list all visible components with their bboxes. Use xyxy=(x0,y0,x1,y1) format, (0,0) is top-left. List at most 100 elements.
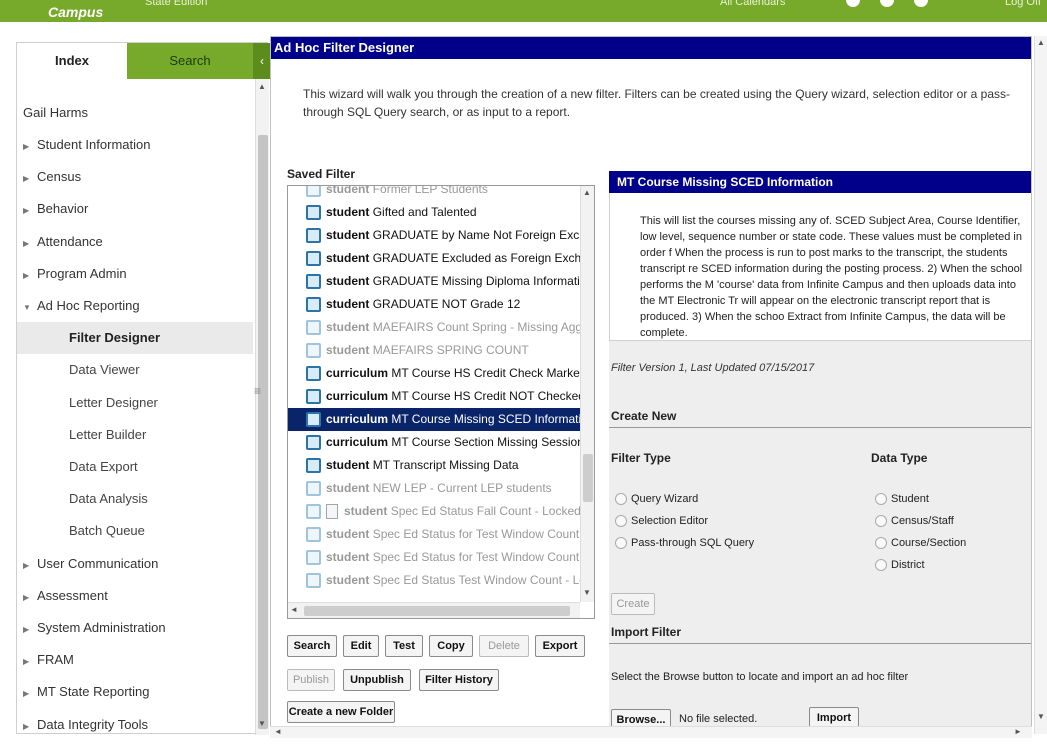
radio-course-section[interactable]: Course/Section xyxy=(875,535,966,551)
filter-list-item[interactable]: student Spec Ed Status Fall Count - Lock… xyxy=(288,500,580,523)
create-folder-button[interactable]: Create a new Folder xyxy=(287,701,395,723)
filter-list-item[interactable]: student Spec Ed Status for Test Window C… xyxy=(288,546,580,569)
sidebar-item[interactable]: ▼ Ad Hoc Reporting xyxy=(17,290,253,322)
filter-list-item[interactable]: student Gifted and Talented xyxy=(288,201,580,224)
filter-list-hscroll[interactable]: ◄ xyxy=(288,602,580,618)
radio-query-wizard[interactable]: Query Wizard xyxy=(615,491,698,507)
sidebar-subitem[interactable]: Data Analysis xyxy=(17,483,253,515)
filter-list-item[interactable]: curriculum MT Course HS Credit NOT Check… xyxy=(288,385,580,408)
main-vscroll[interactable]: ▲ ▼ xyxy=(1034,36,1047,734)
sidebar-item-label: Data Analysis xyxy=(69,491,148,507)
filter-list-item[interactable]: student MT Transcript Missing Data xyxy=(288,454,580,477)
sidebar-subitem[interactable]: Data Export xyxy=(17,451,253,483)
sidebar-item[interactable]: ▶ MT State Reporting xyxy=(17,676,253,708)
filter-list-item[interactable]: student MAEFAIRS Count Spring - Missing … xyxy=(288,316,580,339)
saved-filter-list[interactable]: student Former LEP Students student Gifte… xyxy=(287,185,595,619)
radio-pass-through-sql[interactable]: Pass-through SQL Query xyxy=(615,535,754,551)
scroll-down-icon[interactable]: ▼ xyxy=(1037,712,1045,721)
radio-selection-editor[interactable]: Selection Editor xyxy=(615,513,708,529)
sidebar-item[interactable]: ▶ Behavior xyxy=(17,193,253,225)
scroll-right-icon[interactable]: ► xyxy=(1014,727,1022,736)
radio-button-icon[interactable] xyxy=(615,537,627,550)
radio-student[interactable]: Student xyxy=(875,491,929,507)
search-button[interactable]: Search xyxy=(287,635,337,657)
sidebar-subitem[interactable]: Letter Designer xyxy=(17,387,253,419)
radio-button-icon[interactable] xyxy=(615,493,627,506)
tab-index[interactable]: Index xyxy=(17,43,127,79)
sidebar-item[interactable]: ▶ Census xyxy=(17,161,253,193)
radio-button-icon[interactable] xyxy=(875,493,887,506)
query-filter-icon xyxy=(306,186,321,198)
scroll-down-icon[interactable]: ▼ xyxy=(258,719,266,728)
sidebar-subitem[interactable]: Batch Queue xyxy=(17,515,253,547)
sidebar-subitem[interactable]: Data Viewer xyxy=(17,354,253,386)
tab-search[interactable]: Search xyxy=(127,43,253,79)
import-instruction: Select the Browse button to locate and i… xyxy=(611,671,909,683)
filter-list-item[interactable]: student Former LEP Students xyxy=(288,186,580,201)
calendar-selector[interactable]: All Calendars xyxy=(720,0,785,8)
filter-list-item[interactable]: student MAEFAIRS SPRING COUNT xyxy=(288,339,580,362)
sidebar-item[interactable]: ▶ FRAM xyxy=(17,644,253,676)
filter-list-item[interactable]: curriculum MT Course HS Credit Check Mar… xyxy=(288,362,580,385)
filter-list-vscroll-thumb[interactable] xyxy=(583,454,593,502)
filter-list-item[interactable]: student GRADUATE Excluded as Foreign Exc… xyxy=(288,247,580,270)
filter-list-item[interactable]: student Spec Ed Status Test Window Count… xyxy=(288,569,580,592)
sidebar-subitem[interactable]: Filter Designer xyxy=(17,322,253,355)
scroll-up-icon[interactable]: ▲ xyxy=(1037,38,1045,47)
radio-button-icon[interactable] xyxy=(875,515,887,528)
filter-list-vscroll[interactable]: ▲ ▼ xyxy=(580,186,594,602)
sidebar-item-label: Assessment xyxy=(37,587,108,603)
filter-list-item[interactable]: curriculum MT Course Missing SCED Inform… xyxy=(288,408,580,431)
radio-census-staff[interactable]: Census/Staff xyxy=(875,513,954,529)
filter-list-item[interactable]: student GRADUATE Missing Diploma Informa… xyxy=(288,270,580,293)
filter-description: This will list the courses missing any o… xyxy=(640,215,1023,339)
edit-button[interactable]: Edit xyxy=(343,635,379,657)
publish-button[interactable]: Publish xyxy=(287,669,335,691)
sidebar-item-label: Letter Builder xyxy=(69,426,147,442)
delete-button[interactable]: Delete xyxy=(479,635,529,657)
filter-name-label: MT Course HS Credit Check Marked for xyxy=(391,366,580,380)
scroll-down-icon[interactable]: ▼ xyxy=(583,588,591,597)
apps-icon[interactable] xyxy=(880,0,894,7)
sidebar-item[interactable]: ▶ System Administration xyxy=(17,612,253,644)
sidebar-collapse-button[interactable]: ‹ xyxy=(253,43,271,79)
import-filter-divider xyxy=(609,643,1031,644)
export-button[interactable]: Export xyxy=(535,635,585,657)
sidebar-item[interactable]: ▶ User Communication xyxy=(17,548,253,580)
edition-label: State Edition xyxy=(145,0,208,8)
main-hscroll[interactable]: ◄ ► xyxy=(270,726,1032,738)
unpublish-button[interactable]: Unpublish xyxy=(343,669,411,691)
sidebar-scroll-thumb[interactable] xyxy=(258,135,268,729)
filter-history-button[interactable]: Filter History xyxy=(419,669,499,691)
sidebar-item[interactable]: ▶ Data Integrity Tools xyxy=(17,709,253,735)
sidebar-item[interactable]: ▶ Program Admin xyxy=(17,258,253,290)
scroll-up-icon[interactable]: ▲ xyxy=(258,82,266,91)
filter-list-item[interactable]: student GRADUATE NOT Grade 12 xyxy=(288,293,580,316)
filter-list-item[interactable]: student Spec Ed Status for Test Window C… xyxy=(288,523,580,546)
radio-district[interactable]: District xyxy=(875,557,925,573)
radio-button-icon[interactable] xyxy=(615,515,627,528)
help-icon[interactable] xyxy=(914,0,928,7)
filter-list-item[interactable]: student NEW LEP - Current LEP students xyxy=(288,477,580,500)
radio-button-icon[interactable] xyxy=(875,559,887,572)
scroll-left-icon[interactable]: ◄ xyxy=(274,727,282,736)
radio-button-icon[interactable] xyxy=(875,537,887,550)
logoff-link[interactable]: Log Off xyxy=(1005,0,1041,8)
scroll-up-icon[interactable]: ▲ xyxy=(583,188,591,197)
app-logo[interactable]: Campus xyxy=(48,4,103,20)
filter-list-item[interactable]: curriculum MT Course Section Missing Ses… xyxy=(288,431,580,454)
filter-list-hscroll-thumb[interactable] xyxy=(304,606,570,616)
sidebar-item[interactable]: ▶ Student Information xyxy=(17,129,253,161)
sidebar-item[interactable]: ▶ Assessment xyxy=(17,580,253,612)
filter-type-label: student xyxy=(326,343,370,357)
filter-list-item[interactable]: student GRADUATE by Name Not Foreign Exc… xyxy=(288,224,580,247)
sidebar-item[interactable]: ▶ Attendance xyxy=(17,226,253,258)
frame-resize-handle[interactable]: ≡ xyxy=(254,384,261,398)
sidebar-scrollbar[interactable]: ▲ ▼ xyxy=(255,79,269,735)
sidebar-subitem[interactable]: Letter Builder xyxy=(17,419,253,451)
copy-button[interactable]: Copy xyxy=(429,635,473,657)
create-button[interactable]: Create xyxy=(611,593,655,615)
test-button[interactable]: Test xyxy=(385,635,423,657)
scroll-left-icon[interactable]: ◄ xyxy=(290,605,298,614)
notification-icon[interactable] xyxy=(846,0,860,7)
